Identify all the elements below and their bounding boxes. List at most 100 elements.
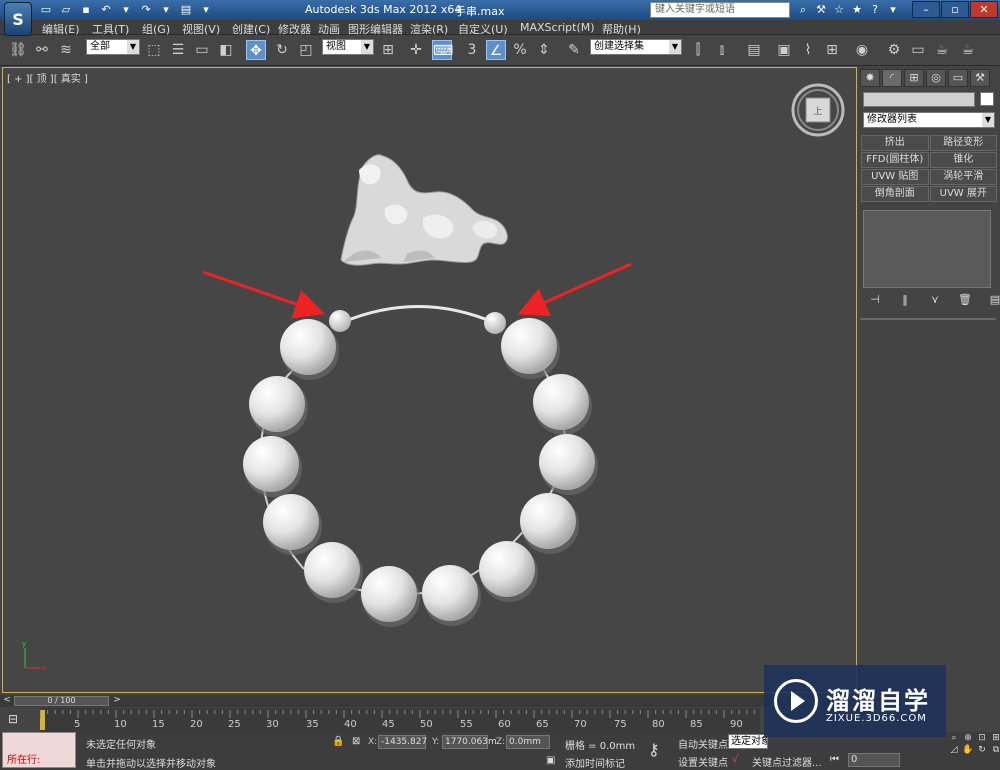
- y-coordinate-field[interactable]: 1770.063m: [442, 735, 497, 749]
- unlink-icon[interactable]: ⚯: [32, 40, 52, 60]
- app-logo-icon[interactable]: S: [4, 2, 32, 36]
- schematic-view-icon[interactable]: ⊞: [822, 40, 842, 60]
- menu-customize[interactable]: 自定义(U): [458, 21, 508, 37]
- lock-selection-icon[interactable]: 🔒: [332, 736, 344, 747]
- maxscript-listener[interactable]: 所在行:: [2, 732, 76, 768]
- align-icon[interactable]: ⫾: [712, 40, 732, 60]
- remove-modifier-icon[interactable]: 🗑: [956, 293, 974, 307]
- time-slider[interactable]: < 0 / 100 >: [0, 695, 860, 707]
- modifier-unwrap-uvw-button[interactable]: UVW 展开: [929, 186, 997, 202]
- zoom-extents-all-icon[interactable]: ⊞: [990, 733, 1000, 743]
- time-slider-prev-icon[interactable]: <: [2, 695, 12, 707]
- modifier-stack[interactable]: [863, 210, 991, 288]
- bead[interactable]: [243, 436, 299, 492]
- bead[interactable]: [361, 566, 417, 622]
- bead[interactable]: [422, 565, 478, 621]
- bead[interactable]: [479, 541, 535, 597]
- bead[interactable]: [520, 493, 576, 549]
- time-tag-icon[interactable]: ▣: [546, 755, 555, 766]
- menu-tools[interactable]: 工具(T): [92, 21, 129, 37]
- material-editor-icon[interactable]: ◉: [852, 40, 872, 60]
- modifier-turbosmooth-button[interactable]: 涡轮平滑: [929, 169, 997, 185]
- minimize-button[interactable]: –: [912, 1, 940, 18]
- bracelet-string[interactable]: [340, 305, 496, 325]
- menu-edit[interactable]: 编辑(E): [42, 21, 80, 37]
- z-coordinate-field[interactable]: 0.0mm: [506, 735, 550, 749]
- search-input[interactable]: 键入关键字或短语: [650, 2, 790, 18]
- help-dropdown-icon[interactable]: ▾: [885, 2, 901, 18]
- graphite-ribbon-icon[interactable]: ▣: [774, 40, 794, 60]
- modifier-ffd-cyl-button[interactable]: FFD(圆柱体): [861, 152, 929, 168]
- time-slider-thumb[interactable]: 0 / 100: [14, 696, 109, 706]
- spinner-snap-icon[interactable]: ⇕: [534, 40, 554, 60]
- create-tab-icon[interactable]: ✸: [860, 69, 880, 87]
- hierarchy-tab-icon[interactable]: ⊞: [904, 69, 924, 87]
- menu-animation[interactable]: 动画: [318, 21, 340, 37]
- viewport-top[interactable]: [ + ][ 顶 ][ 真实 ] 上 y x: [2, 67, 857, 693]
- bead[interactable]: [249, 376, 305, 432]
- select-object-icon[interactable]: ⬚: [144, 40, 164, 60]
- key-filters-button[interactable]: 关键点过滤器...: [752, 754, 822, 769]
- motion-tab-icon[interactable]: ◎: [926, 69, 946, 87]
- bead[interactable]: [533, 374, 589, 430]
- zoom-icon[interactable]: ⌕: [948, 733, 960, 743]
- add-time-tag[interactable]: 添加时间标记: [565, 755, 625, 770]
- close-button[interactable]: ✕: [970, 1, 998, 18]
- snaps-toggle-icon[interactable]: 3: [462, 40, 482, 60]
- modifier-list-dropdown[interactable]: 修改器列表 ▼: [863, 112, 995, 128]
- new-file-icon[interactable]: ▭: [38, 2, 54, 17]
- time-slider-next-icon[interactable]: >: [112, 695, 122, 707]
- render-iterative-icon[interactable]: ☕: [958, 40, 978, 60]
- menu-group[interactable]: 组(G): [142, 21, 170, 37]
- named-selection-dropdown[interactable]: 创建选择集 ▼: [590, 39, 682, 55]
- bead[interactable]: [501, 318, 557, 374]
- menu-modifiers[interactable]: 修改器: [278, 21, 311, 37]
- bead[interactable]: [539, 434, 595, 490]
- small-bead-left[interactable]: [329, 310, 351, 332]
- undo-icon[interactable]: ↶: [98, 2, 114, 17]
- link-icon[interactable]: ⛓: [8, 40, 28, 60]
- menu-help[interactable]: 帮助(H): [602, 21, 641, 37]
- pin-stack-icon[interactable]: ⊣: [866, 293, 884, 307]
- help-icon[interactable]: ?: [867, 2, 883, 18]
- open-file-icon[interactable]: ▱: [58, 2, 74, 17]
- go-to-start-icon[interactable]: ⏮: [830, 754, 839, 765]
- make-unique-icon[interactable]: ⋎: [926, 293, 944, 307]
- utilities-tab-icon[interactable]: ⚒: [970, 69, 990, 87]
- set-key-button[interactable]: 设置关键点: [678, 754, 728, 769]
- x-coordinate-field[interactable]: -1435.827: [378, 735, 427, 749]
- customize-dropdown-icon[interactable]: ▾: [198, 2, 214, 17]
- pivot-center-icon[interactable]: ⊞: [378, 40, 398, 60]
- favorites-icon[interactable]: ★: [849, 2, 865, 18]
- object-name-field[interactable]: [863, 92, 975, 107]
- key-mode-icon[interactable]: √: [732, 754, 738, 765]
- mini-curve-editor-icon[interactable]: ⊟: [8, 712, 28, 728]
- object-color-swatch[interactable]: [980, 92, 994, 106]
- keyboard-shortcut-override-icon[interactable]: ⌨: [432, 40, 453, 60]
- modifier-uvw-map-button[interactable]: UVW 贴图: [861, 169, 929, 185]
- modifier-path-deform-button[interactable]: 路径变形: [929, 135, 997, 151]
- angle-snap-icon[interactable]: ∠: [486, 40, 506, 60]
- pan-icon[interactable]: ✋: [962, 745, 974, 755]
- search-icon[interactable]: ⌕: [795, 2, 811, 18]
- bead[interactable]: [304, 542, 360, 598]
- undo-dropdown-icon[interactable]: ▾: [118, 2, 134, 17]
- pixiu-carving[interactable]: [340, 154, 508, 266]
- rendered-frame-window-icon[interactable]: ▭: [908, 40, 928, 60]
- select-by-name-icon[interactable]: ☰: [168, 40, 188, 60]
- key-selection-dropdown[interactable]: 选定对象: [728, 734, 768, 749]
- absolute-mode-icon[interactable]: ⊠: [352, 736, 360, 747]
- redo-dropdown-icon[interactable]: ▾: [158, 2, 174, 17]
- zoom-extents-icon[interactable]: ⊡: [976, 733, 988, 743]
- field-of-view-icon[interactable]: ◿: [948, 745, 960, 755]
- modifier-taper-button[interactable]: 锥化: [929, 152, 997, 168]
- manipulate-icon[interactable]: ✛: [406, 40, 426, 60]
- edit-named-selection-icon[interactable]: ✎: [564, 40, 584, 60]
- modifier-bevel-profile-button[interactable]: 倒角剖面: [861, 186, 929, 202]
- menu-create[interactable]: 创建(C): [232, 21, 270, 37]
- bead[interactable]: [280, 319, 336, 375]
- render-setup-icon[interactable]: ⚙: [884, 40, 904, 60]
- track-bar[interactable]: 5 10 15 20 25 30 35 40 45 50 55 60 65 70…: [40, 708, 760, 732]
- percent-snap-icon[interactable]: %: [510, 40, 530, 60]
- menu-graph-editors[interactable]: 图形编辑器: [348, 21, 403, 37]
